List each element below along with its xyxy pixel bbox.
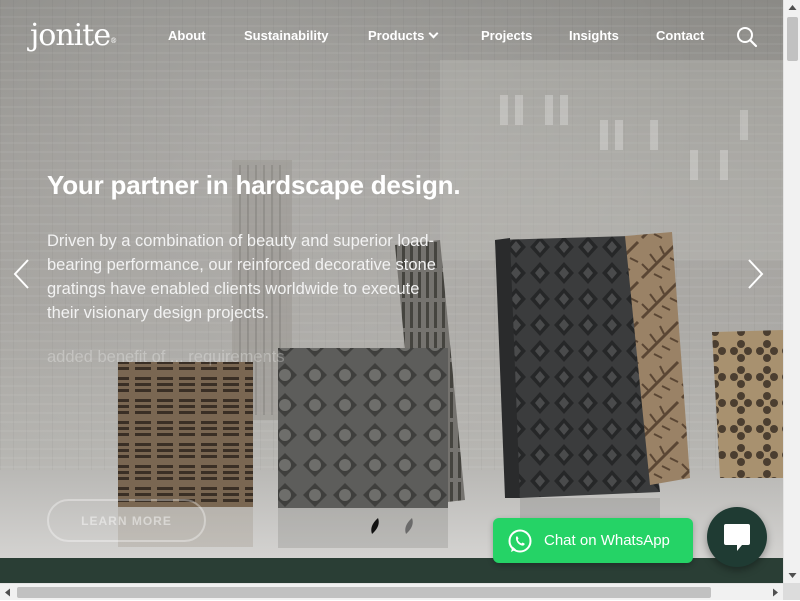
- chevron-right-icon[interactable]: [745, 258, 765, 290]
- hero-faded-text: added benefit of ... requirements: [47, 348, 285, 366]
- search-icon[interactable]: [736, 26, 758, 48]
- nav-insights[interactable]: Insights: [569, 28, 619, 43]
- nav-about[interactable]: About: [168, 28, 206, 43]
- nav-contact[interactable]: Contact: [656, 28, 704, 43]
- nav-products-label: Products: [368, 28, 425, 43]
- vertical-scrollbar[interactable]: [783, 0, 800, 583]
- chevron-down-icon: [428, 28, 439, 39]
- nav-products[interactable]: Products: [368, 28, 439, 43]
- live-chat-button[interactable]: [707, 507, 767, 567]
- scroll-left-icon[interactable]: [0, 584, 17, 601]
- carousel-dot-active[interactable]: [368, 517, 382, 535]
- scroll-right-icon[interactable]: [766, 584, 783, 601]
- horizontal-scroll-thumb[interactable]: [17, 587, 711, 598]
- scroll-up-icon[interactable]: [784, 0, 800, 17]
- scrollbar-corner: [783, 583, 800, 600]
- carousel-dot[interactable]: [402, 517, 416, 535]
- nav-projects[interactable]: Projects: [481, 28, 532, 43]
- jonite-logo[interactable]: jonite®: [30, 18, 117, 53]
- vertical-scroll-thumb[interactable]: [787, 17, 798, 61]
- chevron-left-icon[interactable]: [12, 258, 32, 290]
- horizontal-scrollbar[interactable]: [0, 583, 783, 600]
- whatsapp-chat-button[interactable]: Chat on WhatsApp: [493, 518, 693, 563]
- learn-more-button[interactable]: LEARN MORE: [47, 499, 206, 542]
- chat-icon: [724, 524, 750, 551]
- hero-headline: Your partner in hardscape design.: [47, 170, 461, 200]
- hero-description: Driven by a combination of beauty and su…: [47, 232, 436, 322]
- scroll-down-icon[interactable]: [784, 566, 800, 583]
- hero-carousel: jonite® About Sustainability Products Pr…: [0, 0, 783, 558]
- whatsapp-icon: [508, 529, 532, 552]
- site-header: jonite® About Sustainability Products Pr…: [0, 0, 783, 76]
- page-viewport: jonite® About Sustainability Products Pr…: [0, 0, 783, 583]
- whatsapp-label: Chat on WhatsApp: [544, 532, 670, 549]
- nav-sustainability[interactable]: Sustainability: [244, 28, 329, 43]
